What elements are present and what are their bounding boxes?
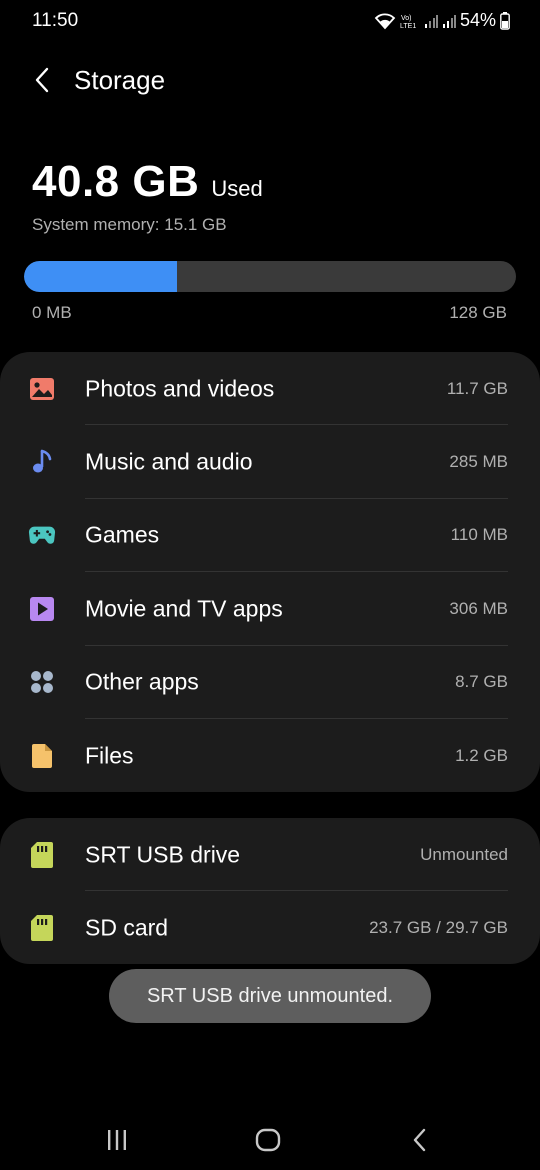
system-memory: System memory: 15.1 GB	[32, 215, 227, 234]
home-icon	[255, 1128, 281, 1152]
chevron-left-icon	[35, 67, 49, 93]
back-icon	[413, 1128, 426, 1152]
volte-icon: Vo) LTE1	[400, 12, 420, 30]
category-label: Photos and videos	[85, 375, 275, 402]
device-label: SD card	[85, 914, 169, 941]
music-note-icon	[28, 448, 56, 476]
category-size: 8.7 GB	[455, 672, 508, 692]
wifi-icon	[374, 12, 396, 30]
image-icon	[28, 375, 56, 403]
category-games[interactable]: Games 110 MB	[0, 499, 540, 573]
storage-progress-fill	[24, 261, 177, 292]
category-label: Other apps	[85, 668, 199, 695]
category-photos-videos[interactable]: Photos and videos 11.7 GB	[0, 352, 540, 426]
used-value: 40.8 GB	[32, 157, 200, 206]
category-size: 1.2 GB	[455, 745, 508, 765]
status-bar: 11:50 Vo) LTE1 54%	[0, 0, 540, 44]
category-size: 285 MB	[449, 452, 508, 472]
app-header: Storage	[0, 56, 540, 104]
category-label: Movie and TV apps	[85, 595, 283, 622]
toast-message: SRT USB drive unmounted.	[109, 969, 431, 1023]
category-size: 11.7 GB	[446, 378, 508, 398]
category-files[interactable]: Files 1.2 GB	[0, 719, 540, 792]
signal-icon-2	[442, 13, 456, 29]
devices-card: SRT USB drive Unmounted SD card 23.7 GB …	[0, 818, 540, 964]
battery-level: 54%	[459, 10, 496, 30]
svg-text:LTE1: LTE1	[400, 23, 416, 30]
file-icon	[28, 742, 56, 770]
sd-card-icon	[28, 914, 56, 942]
category-music-audio[interactable]: Music and audio 285 MB	[0, 425, 540, 499]
recents-button[interactable]	[97, 1122, 137, 1158]
used-summary: 40.8 GB Used	[32, 157, 263, 207]
page-title: Storage	[74, 65, 166, 95]
battery-icon	[500, 11, 510, 30]
back-button[interactable]	[24, 60, 60, 100]
category-label: Games	[85, 521, 160, 548]
recents-icon	[108, 1130, 126, 1150]
play-icon	[28, 595, 56, 623]
sd-card-icon	[28, 841, 56, 869]
device-usage: 23.7 GB / 29.7 GB	[369, 918, 508, 938]
signal-icon-1	[424, 13, 438, 29]
device-sd-card[interactable]: SD card 23.7 GB / 29.7 GB	[0, 891, 540, 964]
device-label: SRT USB drive	[85, 841, 241, 868]
home-button[interactable]	[248, 1122, 288, 1158]
category-movie-tv[interactable]: Movie and TV apps 306 MB	[0, 572, 540, 646]
navigation-bar	[0, 1110, 540, 1170]
svg-text:Vo): Vo)	[401, 15, 412, 22]
device-usb-drive[interactable]: SRT USB drive Unmounted	[0, 818, 540, 892]
category-size: 306 MB	[449, 598, 508, 618]
nav-back-button[interactable]	[400, 1122, 440, 1158]
category-other-apps[interactable]: Other apps 8.7 GB	[0, 646, 540, 719]
category-size: 110 MB	[450, 525, 508, 545]
category-label: Files	[85, 742, 134, 769]
apps-grid-icon	[28, 668, 56, 696]
gamepad-icon	[28, 521, 56, 549]
bar-min-label: 0 MB	[32, 303, 72, 322]
categories-card: Photos and videos 11.7 GB Music and audi…	[0, 352, 540, 792]
device-status: Unmounted	[420, 844, 508, 864]
storage-progress-bar	[24, 261, 516, 292]
category-label: Music and audio	[85, 448, 253, 475]
bar-max-label: 128 GB	[449, 303, 507, 322]
used-label: Used	[211, 176, 263, 201]
status-time: 11:50	[32, 10, 79, 31]
status-icons: Vo) LTE1 54%	[374, 10, 510, 31]
